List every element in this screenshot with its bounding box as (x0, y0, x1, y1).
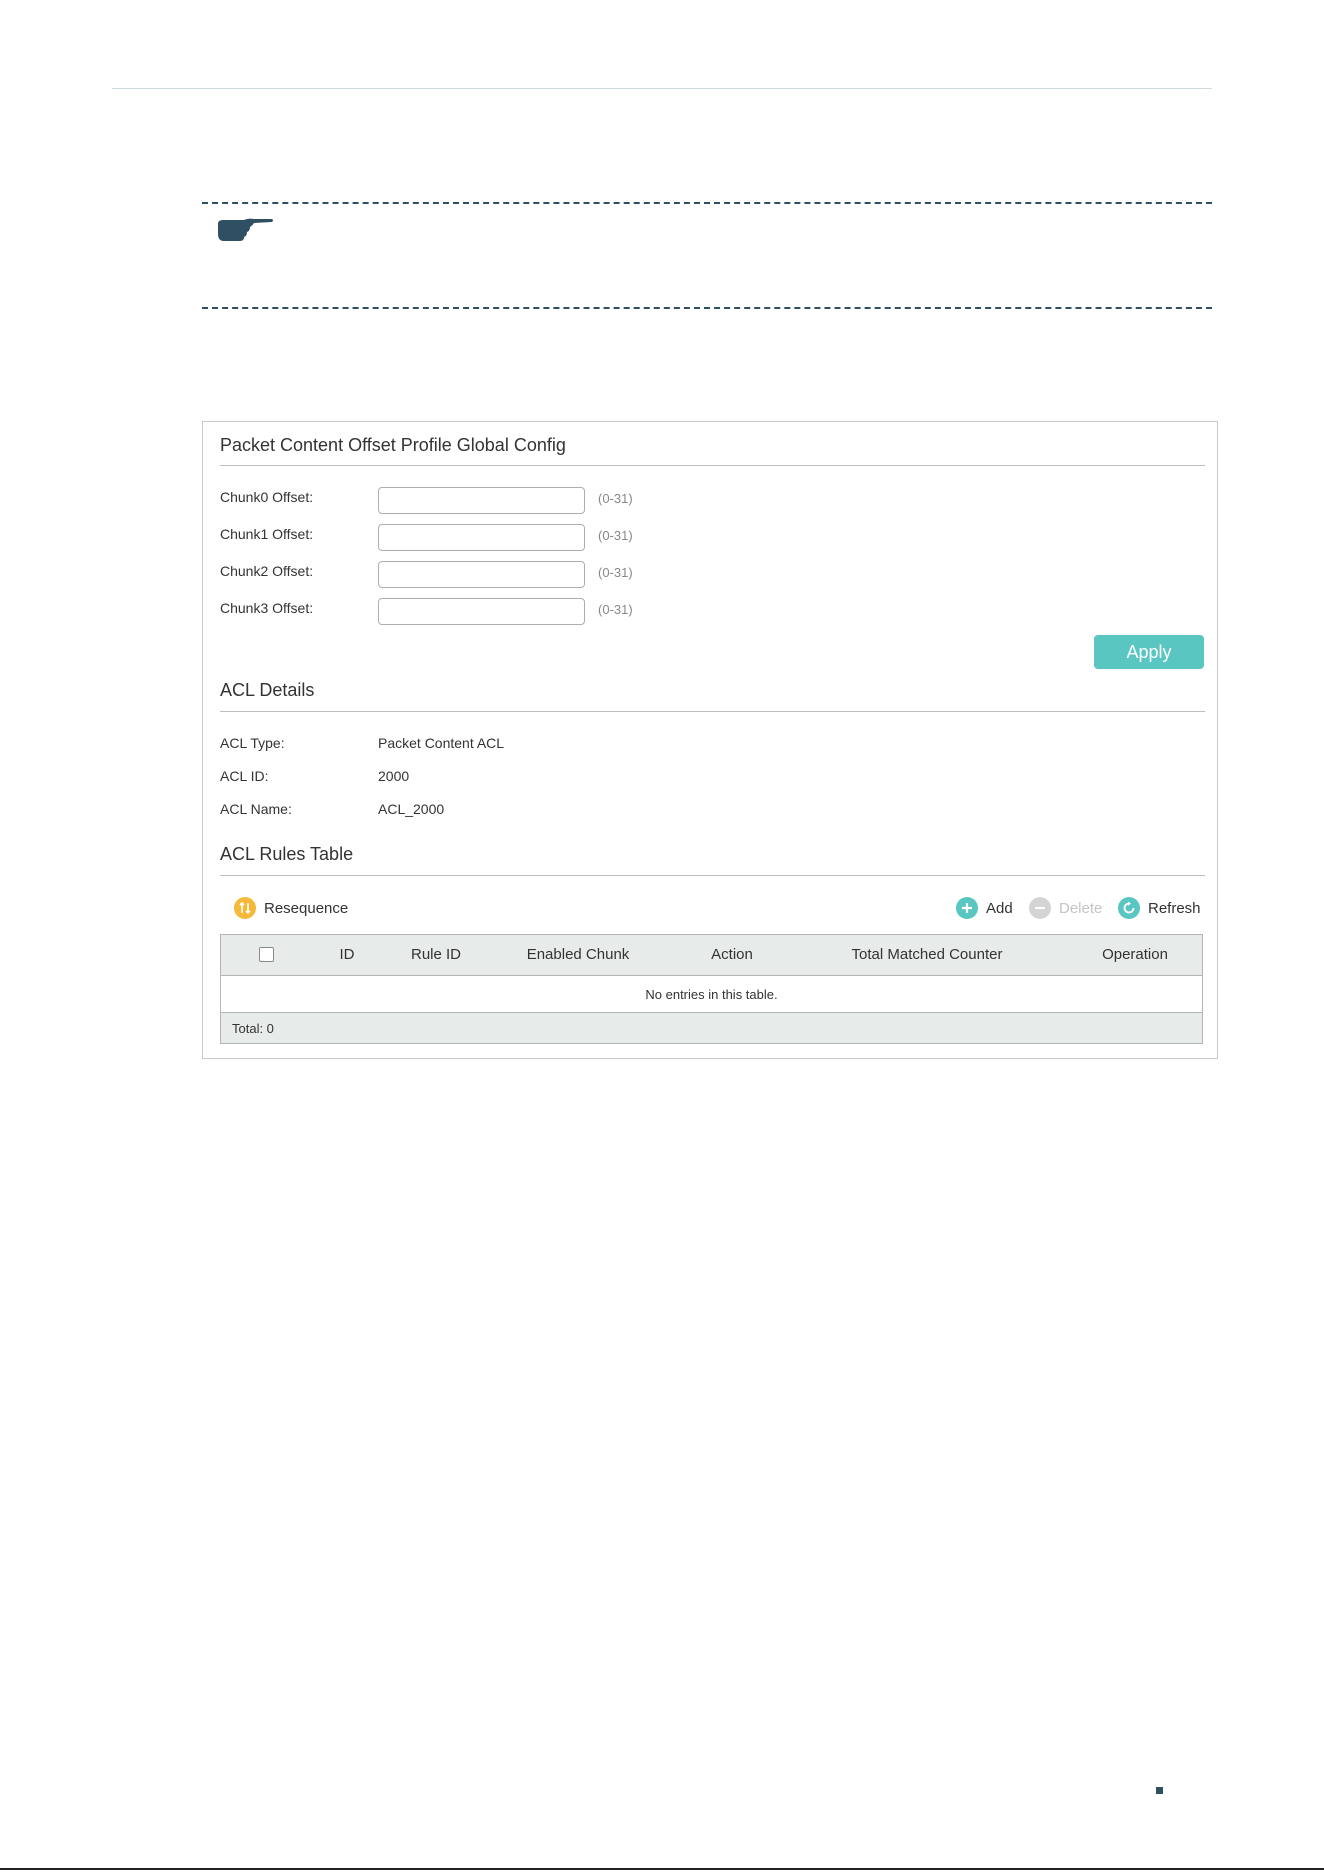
minus-circle-icon (1029, 897, 1051, 919)
acl-name-label: ACL Name: (220, 801, 292, 817)
resequence-button[interactable]: Resequence (234, 896, 348, 920)
section-title-global-config: Packet Content Offset Profile Global Con… (220, 435, 566, 455)
acl-id-label: ACL ID: (220, 768, 269, 784)
column-header-rule-id: Rule ID (410, 946, 462, 963)
refresh-icon (1118, 897, 1140, 919)
note-border-top (202, 202, 1212, 204)
column-header-action: Action (711, 946, 753, 963)
refresh-label: Refresh (1148, 899, 1201, 917)
column-header-total-matched-counter: Total Matched Counter (851, 946, 1003, 963)
footer-rule (0, 1868, 1324, 1870)
column-header-enabled-chunk: Enabled Chunk (526, 946, 630, 963)
header-rule (112, 88, 1212, 89)
chunk0-offset-label: Chunk0 Offset: (220, 489, 314, 505)
acl-name-value: ACL_2000 (378, 801, 445, 817)
chunk2-offset-hint: (0-31) (598, 565, 633, 580)
chunk3-offset-label: Chunk3 Offset: (220, 600, 314, 616)
acl-type-value: Packet Content ACL (378, 735, 505, 751)
note-border-bottom (202, 307, 1212, 309)
chunk0-offset-hint: (0-31) (598, 491, 633, 506)
empty-table-message: No entries in this table. (221, 976, 1202, 1013)
section-divider (220, 711, 1205, 712)
resequence-icon (234, 897, 256, 919)
chunk1-offset-input[interactable] (378, 524, 585, 551)
delete-label: Delete (1059, 899, 1103, 917)
apply-button[interactable]: Apply (1094, 635, 1204, 669)
resequence-label: Resequence (264, 899, 349, 917)
chunk2-offset-label: Chunk2 Offset: (220, 563, 314, 579)
chunk3-offset-hint: (0-31) (598, 602, 633, 617)
page-marker (1156, 1787, 1163, 1794)
chunk0-offset-input[interactable] (378, 487, 585, 514)
chunk3-offset-input[interactable] (378, 598, 585, 625)
table-header: ID Rule ID Enabled Chunk Action Total Ma… (221, 935, 1202, 976)
column-header-id: ID (339, 946, 355, 963)
pointing-hand-icon (218, 218, 273, 241)
acl-config-panel: Packet Content Offset Profile Global Con… (202, 421, 1218, 1059)
delete-button[interactable]: Delete (1029, 896, 1102, 920)
add-label: Add (986, 899, 1013, 917)
chunk1-offset-label: Chunk1 Offset: (220, 526, 314, 542)
column-header-operation: Operation (1102, 946, 1168, 963)
acl-type-label: ACL Type: (220, 735, 285, 751)
refresh-button[interactable]: Refresh (1118, 896, 1201, 920)
chunk2-offset-input[interactable] (378, 561, 585, 588)
section-title-acl-details: ACL Details (220, 680, 315, 700)
section-divider (220, 465, 1205, 466)
select-all-checkbox[interactable] (259, 947, 274, 962)
chunk1-offset-hint: (0-31) (598, 528, 633, 543)
acl-rules-table: ID Rule ID Enabled Chunk Action Total Ma… (220, 934, 1203, 1044)
section-divider (220, 875, 1205, 876)
section-title-acl-rules-table: ACL Rules Table (220, 844, 354, 864)
table-footer-total: Total: 0 (221, 1013, 1202, 1043)
add-button[interactable]: Add (956, 896, 1013, 920)
plus-circle-icon (956, 897, 978, 919)
acl-id-value: 2000 (378, 768, 410, 784)
